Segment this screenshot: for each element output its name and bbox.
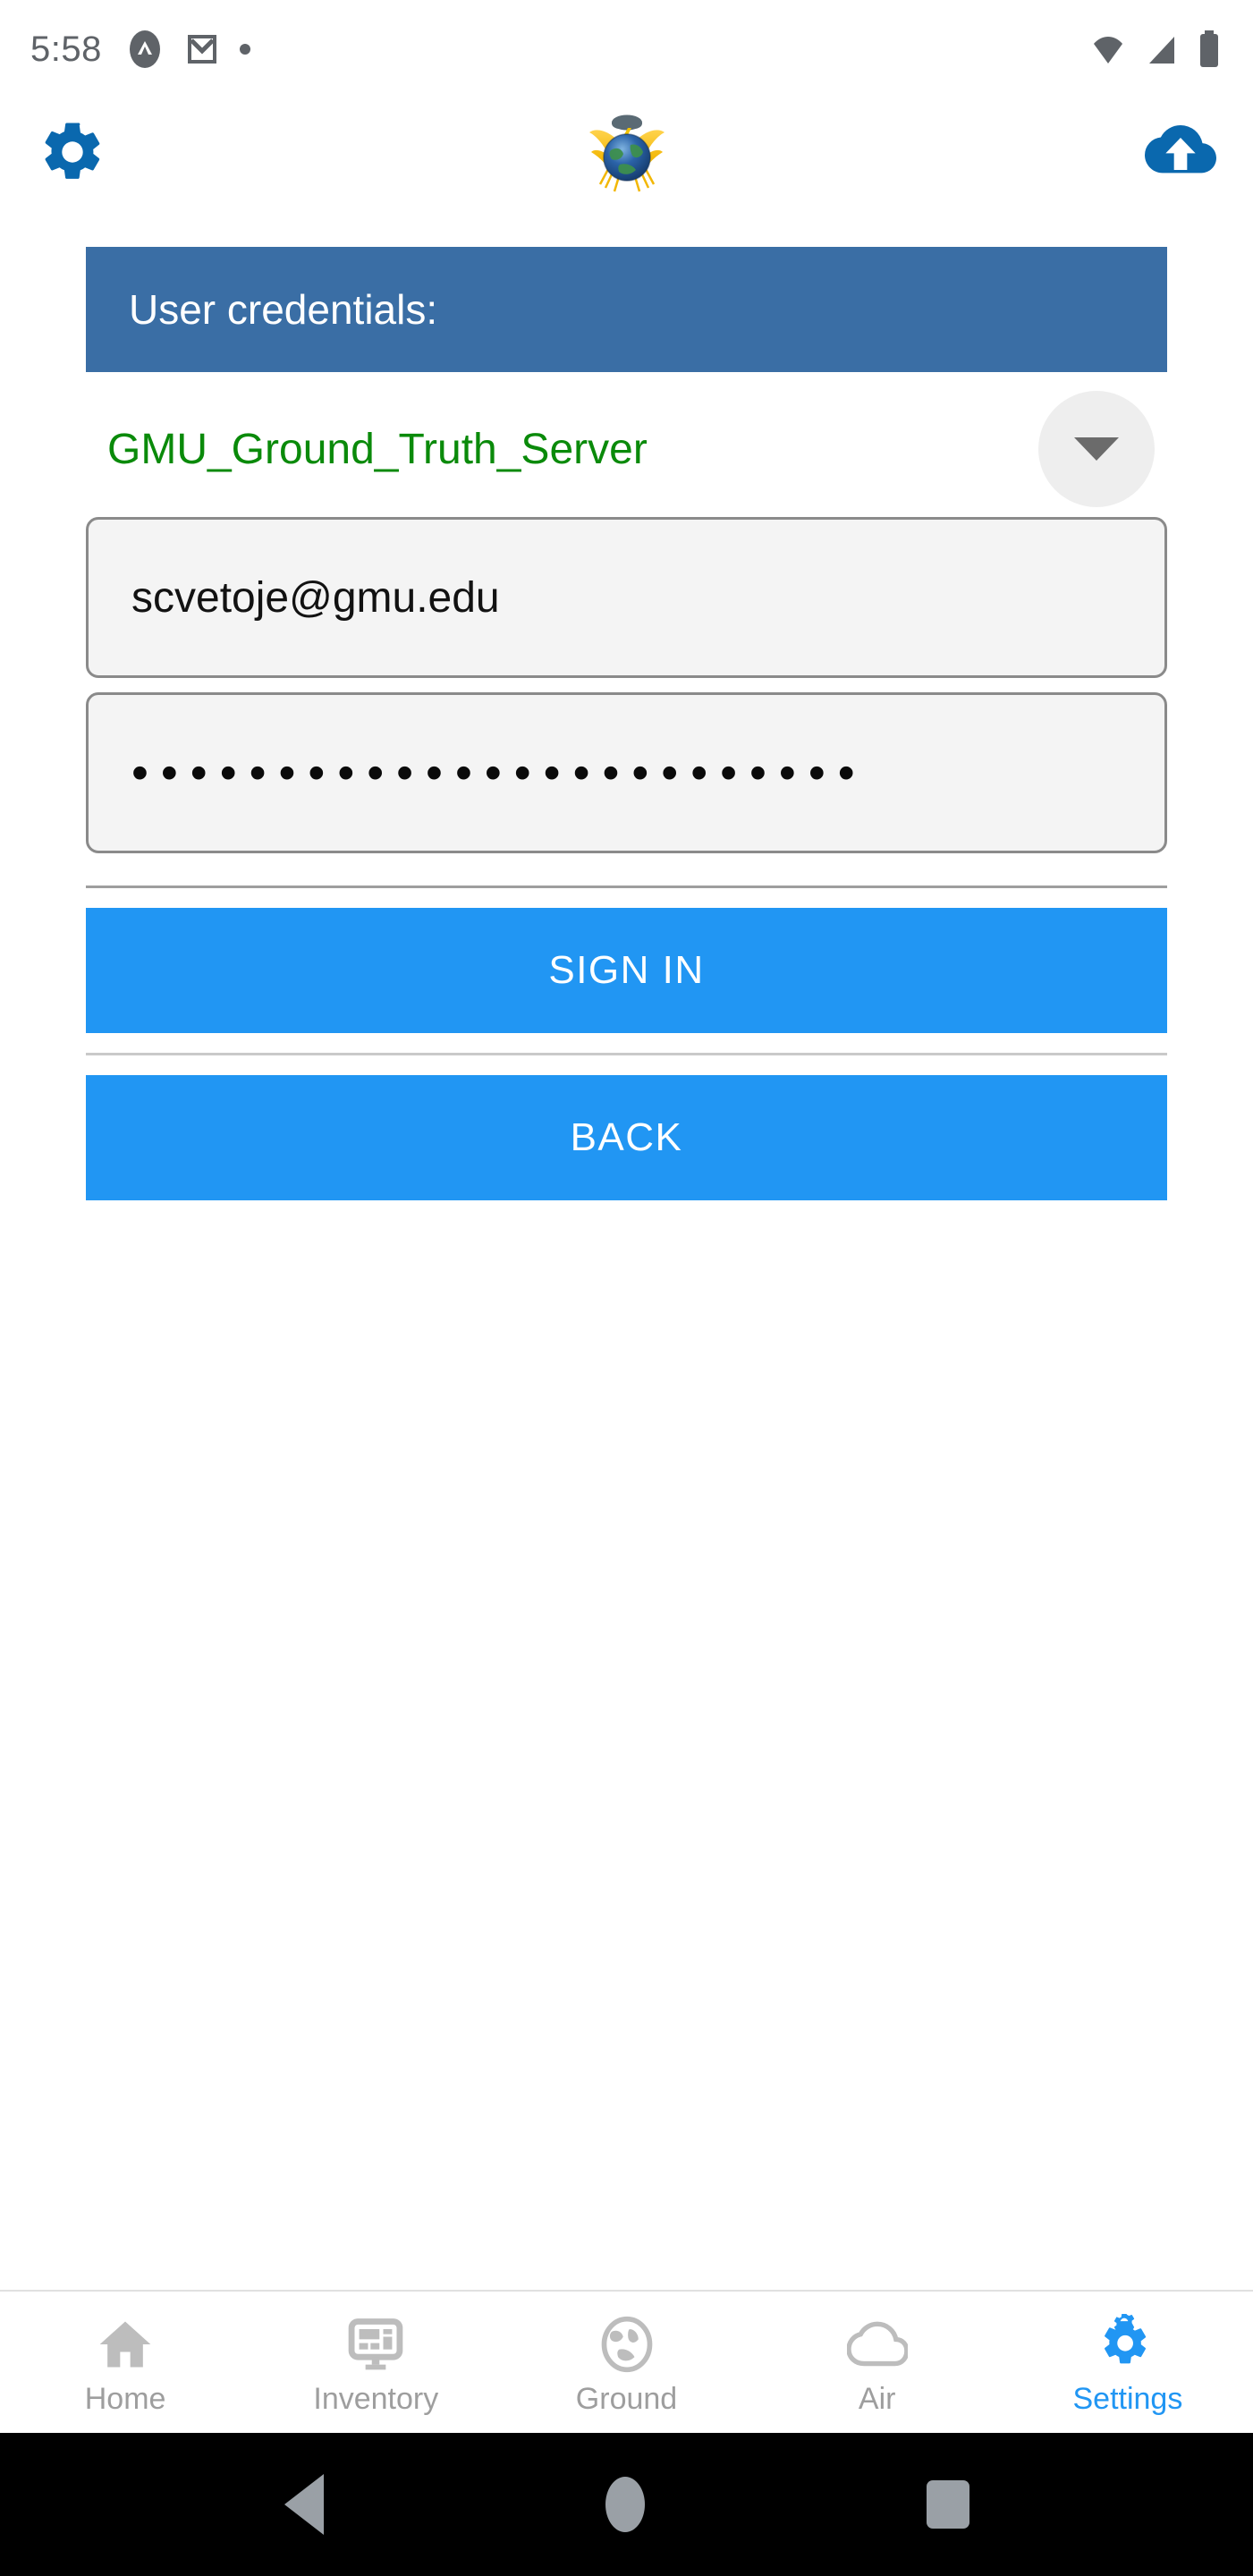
password-field[interactable]: ••••••••••••••••••••••••• [86, 692, 1167, 853]
nav-item-home[interactable]: Home [0, 2292, 250, 2433]
nav-item-ground[interactable]: Ground [501, 2292, 751, 2433]
main-content: User credentials: GMU_Ground_Truth_Serve… [0, 206, 1253, 2290]
globe-icon [597, 2309, 657, 2375]
bottom-navigation: Home Inventory Ground Air Settings [0, 2290, 1253, 2433]
divider-above-signin [86, 886, 1167, 888]
status-time: 5:58 [30, 29, 102, 69]
system-navigation-bar [0, 2433, 1253, 2576]
status-bar: 5:58 [0, 0, 1253, 98]
nav-item-settings[interactable]: Settings [1003, 2292, 1253, 2433]
nav-label-inventory: Inventory [313, 2381, 439, 2416]
status-notification-icons [125, 30, 250, 69]
gears-icon [1096, 2309, 1160, 2375]
app-logo [573, 107, 681, 197]
server-dropdown-button[interactable] [1038, 391, 1155, 507]
app-circle-icon [129, 30, 160, 68]
back-triangle-icon[interactable] [284, 2474, 324, 2535]
server-selector-row[interactable]: GMU_Ground_Truth_Server [86, 391, 1167, 507]
recents-square-icon[interactable] [926, 2480, 969, 2529]
credentials-title: User credentials: [129, 286, 438, 333]
cloud-upload-icon [1145, 125, 1216, 174]
home-icon [95, 2309, 156, 2375]
nav-label-settings: Settings [1072, 2381, 1183, 2416]
gmail-icon [187, 35, 216, 64]
app-header [0, 98, 1253, 206]
password-value: ••••••••••••••••••••••••• [131, 749, 868, 797]
divider-below-signin [86, 1053, 1167, 1055]
cellular-signal-icon [1149, 37, 1174, 64]
chevron-down-icon [1074, 437, 1119, 461]
nav-label-ground: Ground [575, 2381, 678, 2416]
status-system-icons [1088, 29, 1223, 70]
selected-server-label: GMU_Ground_Truth_Server [107, 425, 648, 473]
home-circle-icon[interactable] [605, 2477, 645, 2532]
nav-label-air: Air [858, 2381, 896, 2416]
settings-gear-button[interactable] [32, 112, 113, 192]
sign-in-button[interactable]: SIGN IN [86, 908, 1167, 1033]
back-button[interactable]: BACK [86, 1075, 1167, 1200]
gear-icon [45, 123, 100, 179]
nav-item-inventory[interactable]: Inventory [250, 2292, 501, 2433]
credentials-section-header: User credentials: [86, 247, 1167, 372]
monitor-dashboard-icon [345, 2309, 406, 2375]
dot-icon [239, 44, 250, 55]
nav-item-air[interactable]: Air [752, 2292, 1003, 2433]
cloud-upload-button[interactable] [1140, 112, 1221, 192]
wifi-icon [1094, 37, 1122, 64]
battery-icon [1200, 30, 1218, 67]
username-field[interactable]: scvetoje@gmu.edu [86, 517, 1167, 678]
phone-screen: 5:58 User credentials: GMU_Ground_Truth_… [0, 0, 1253, 2576]
winged-globe-logo [588, 114, 665, 192]
username-value: scvetoje@gmu.edu [131, 573, 500, 622]
nav-label-home: Home [84, 2381, 166, 2416]
cloud-icon [846, 2309, 908, 2375]
